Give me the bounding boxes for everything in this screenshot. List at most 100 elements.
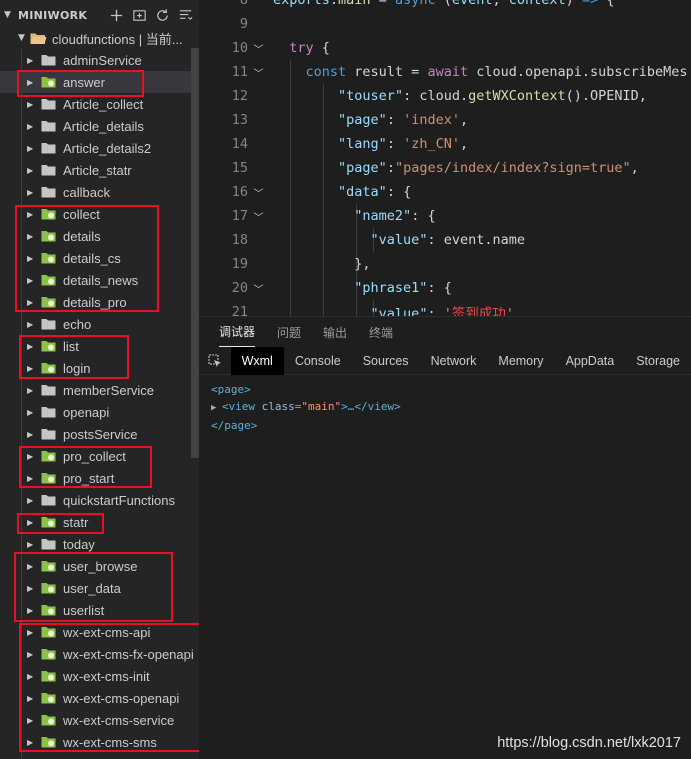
dom-node-page-open[interactable]: <page>	[211, 381, 401, 398]
code-token: "page"	[338, 160, 387, 176]
chevron-right-icon[interactable]: ▶	[27, 188, 41, 197]
triangle-right-icon[interactable]: ▶	[211, 403, 222, 413]
highlight-box-cms-group	[19, 623, 225, 752]
code-line[interactable]: 12 "touser": cloud.getWXContext().OPENID…	[199, 84, 691, 108]
code-line[interactable]: 10 ﹀ try {	[199, 36, 691, 60]
dom-node-page-close[interactable]: </page>	[211, 417, 401, 434]
code-token: main	[338, 0, 371, 8]
code-line[interactable]: 8 exports.main = async (event, context) =…	[199, 0, 691, 12]
tree-item[interactable]: ▶ Article_statr	[0, 159, 199, 181]
line-number: 9	[239, 16, 248, 32]
fold-chevron-icon[interactable]: ﹀	[248, 41, 269, 56]
new-folder-icon[interactable]	[130, 6, 149, 25]
tree-item[interactable]: ▶ postsService	[0, 423, 199, 445]
code-token: ().OPENID,	[565, 88, 647, 104]
tree-item[interactable]: ▶ callback	[0, 181, 199, 203]
line-number: 18	[231, 232, 248, 248]
fold-chevron-icon[interactable]: ﹀	[248, 281, 269, 296]
code-line[interactable]: 21 "value": '签到成功'	[199, 300, 691, 316]
panel-tab[interactable]: 问题	[277, 318, 301, 347]
tree-item[interactable]: ▶ echo	[0, 313, 199, 335]
code-line[interactable]: 9	[199, 12, 691, 36]
panel-tab[interactable]: 输出	[323, 318, 347, 347]
tree-item[interactable]: ▶ adminService	[0, 49, 199, 71]
chevron-right-icon[interactable]: ▶	[27, 386, 41, 395]
chevron-right-icon[interactable]: ▶	[27, 56, 41, 65]
folder-icon	[41, 429, 56, 440]
chevron-right-icon[interactable]: ▶	[27, 122, 41, 131]
chevron-right-icon[interactable]: ▶	[27, 496, 41, 505]
panel-tab[interactable]: 终端	[369, 318, 393, 347]
code-text: "lang": 'zh_CN',	[269, 136, 468, 152]
code-token: await	[427, 64, 469, 80]
code-token: "name2"	[354, 208, 412, 224]
chevron-right-icon[interactable]: ▶	[27, 540, 41, 549]
code-line[interactable]: 14 "lang": 'zh_CN',	[199, 132, 691, 156]
open-folder-icon	[30, 33, 47, 44]
code-editor[interactable]: 8 exports.main = async (event, context) =…	[199, 0, 691, 316]
chevron-right-icon[interactable]: ▶	[27, 100, 41, 109]
panel-tab-bar: 调试器 问题 输出 终端	[199, 317, 691, 347]
code-text: },	[269, 256, 370, 272]
chevron-down-icon[interactable]: ▼	[4, 10, 18, 20]
chevron-down-icon[interactable]: ▼	[18, 33, 30, 43]
inspect-element-icon[interactable]	[199, 347, 231, 375]
tree-item[interactable]: ▶ Article_details	[0, 115, 199, 137]
devtools-tab[interactable]: Network	[420, 347, 488, 375]
chevron-right-icon[interactable]: ▶	[27, 144, 41, 153]
tree-root-cloudfunctions[interactable]: ▼ cloudfunctions | 当前...	[0, 27, 199, 49]
tree-item[interactable]: ▶ quickstartFunctions	[0, 489, 199, 511]
code-token: =>	[581, 0, 599, 8]
chevron-right-icon[interactable]: ▶	[27, 320, 41, 329]
code-line[interactable]: 18 "value": event.name	[199, 228, 691, 252]
code-token: "value"	[370, 232, 428, 248]
fold-chevron-icon[interactable]: ﹀	[248, 185, 269, 200]
line-number: 19	[231, 256, 248, 272]
devtools-tab[interactable]: Storage	[625, 347, 691, 375]
chevron-right-icon[interactable]: ▶	[27, 408, 41, 417]
panel-tab[interactable]: 调试器	[219, 317, 256, 347]
refresh-icon[interactable]	[153, 6, 172, 25]
fold-chevron-icon[interactable]: ﹀	[248, 209, 269, 224]
code-line[interactable]: 20 ﹀ "phrase1": {	[199, 276, 691, 300]
code-line[interactable]: 19 },	[199, 252, 691, 276]
chevron-right-icon[interactable]: ▶	[27, 430, 41, 439]
code-line[interactable]: 13 "page": 'index',	[199, 108, 691, 132]
tree-item-label: Article_collect	[63, 96, 144, 112]
devtools-tab[interactable]: AppData	[555, 347, 626, 375]
line-number: 17	[231, 208, 248, 224]
code-line[interactable]: 16 ﹀ "data": {	[199, 180, 691, 204]
code-line[interactable]: 17 ﹀ "name2": {	[199, 204, 691, 228]
fold-chevron-icon[interactable]: ﹀	[248, 65, 269, 80]
sidebar-scrollbar[interactable]	[191, 48, 199, 458]
code-token: 'zh_CN'	[403, 136, 460, 152]
collapse-all-icon[interactable]	[176, 6, 195, 25]
devtools-tab[interactable]: Memory	[487, 347, 554, 375]
dom-node-view[interactable]: ▶ <view class="main">…</view>	[211, 398, 401, 417]
folder-icon	[41, 495, 56, 506]
new-file-icon[interactable]	[107, 6, 126, 25]
highlight-box-pro-group	[19, 446, 152, 488]
devtools-tab[interactable]: Console	[284, 347, 352, 375]
devtools-tab[interactable]: Sources	[352, 347, 420, 375]
tree-item[interactable]: ▶ memberService	[0, 379, 199, 401]
line-number: 15	[231, 160, 248, 176]
code-token: {	[313, 40, 330, 56]
code-line[interactable]: 15 "page":"pages/index/index?sign=true",	[199, 156, 691, 180]
chevron-right-icon[interactable]: ▶	[27, 166, 41, 175]
code-text: "value": event.name	[269, 232, 525, 248]
code-line[interactable]: 11 ﹀ const result = await cloud.openapi.s…	[199, 60, 691, 84]
tree-item[interactable]: ▶ Article_details2	[0, 137, 199, 159]
code-token: ,	[459, 112, 469, 128]
devtools-tab[interactable]: Wxml	[230, 346, 284, 375]
devtools-tab-bar: Wxml Console Sources Network Memory AppData St…	[199, 346, 691, 375]
tree-item-label: memberService	[63, 382, 155, 398]
tree-item[interactable]: ▶ openapi	[0, 401, 199, 423]
code-token: : event.name	[427, 232, 525, 248]
code-token: :	[427, 306, 444, 316]
